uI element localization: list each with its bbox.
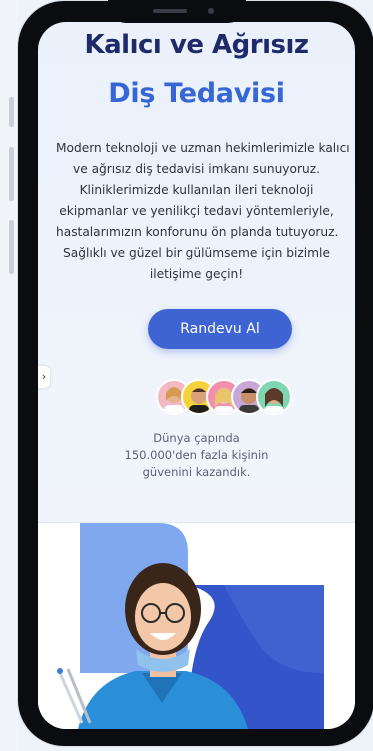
trust-line: Dünya çapında (153, 431, 240, 445)
phone-frame: Kalıcı ve Ağrısız Diş Tedavisi Modern te… (18, 0, 373, 746)
description-line: iletişime geçin! (149, 267, 244, 281)
description-line: Modern teknoloji ve uzman hekimlerimizle… (56, 141, 350, 155)
description-line: ekipmanlar ve yenilikçi tedavi yöntemler… (59, 204, 334, 218)
appointment-button[interactable]: Randevu Al (148, 309, 292, 349)
hero-image (38, 523, 355, 729)
avatar (256, 379, 292, 415)
description-line: ve ağrısız diş tedavisi imkanı sunuyoruz… (73, 162, 320, 176)
description-line: Kliniklerimizde kullanılan ileri teknolo… (79, 183, 314, 197)
hero-title-line1: Kalıcı ve Ağrısız (84, 30, 309, 60)
dentist-illustration (57, 523, 324, 729)
phone-side-button (9, 97, 14, 127)
trust-text: Dünya çapında 150.000'den fazla kişinin … (38, 430, 355, 481)
description-line: Sağlıklı ve güzel bir gülümseme için biz… (63, 246, 330, 260)
hero-description: Modern teknoloji ve uzman hekimlerimizle… (56, 138, 350, 285)
customer-avatars (156, 379, 292, 415)
phone-side-button (9, 147, 14, 201)
description-line: hastalarımızın konforunu ön planda tutuy… (56, 225, 339, 239)
hero-title-line2: Diş Tedavisi (108, 78, 285, 109)
phone-notch (108, 0, 246, 23)
chevron-right-icon[interactable]: › (38, 366, 50, 388)
trust-line: 150.000'den fazla kişinin (124, 448, 269, 462)
phone-side-button (9, 220, 14, 274)
speaker-grille (153, 9, 187, 13)
camera-dot (208, 8, 214, 14)
phone-screen: Kalıcı ve Ağrısız Diş Tedavisi Modern te… (38, 22, 355, 729)
trust-line: güvenini kazandık. (142, 465, 251, 479)
